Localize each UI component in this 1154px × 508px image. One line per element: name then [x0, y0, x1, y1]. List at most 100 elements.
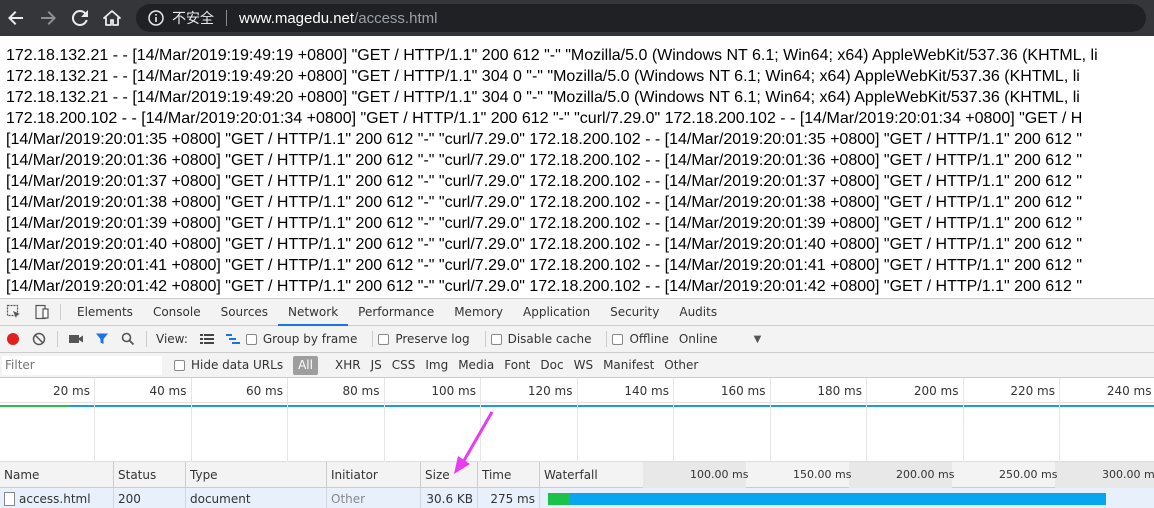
- overview-gridline: [1059, 378, 1060, 462]
- filter-type-font[interactable]: Font: [499, 356, 535, 375]
- filter-type-doc[interactable]: Doc: [535, 356, 568, 375]
- overview-tick-label: 20 ms: [52, 384, 90, 398]
- filter-type-ws[interactable]: WS: [569, 356, 598, 375]
- tab-security[interactable]: Security: [600, 299, 669, 326]
- tabbar-divider: [60, 304, 61, 320]
- log-line: 172.18.132.21 - - [14/Mar/2019:19:49:19 …: [6, 47, 1098, 64]
- overview-tick-label: 160 ms: [720, 384, 766, 398]
- back-button[interactable]: [0, 0, 32, 36]
- filter-type-other[interactable]: Other: [659, 356, 703, 375]
- column-header-type[interactable]: Type: [186, 462, 327, 488]
- waterfall-tick-label: 150.00 ms: [793, 468, 852, 481]
- checkbox-box[interactable]: [490, 333, 502, 345]
- overview-gridline: [94, 378, 95, 462]
- log-line: 172.18.132.21 - - [14/Mar/2019:19:49:20 …: [6, 89, 1080, 106]
- throttling-select[interactable]: Online ▼: [679, 332, 761, 346]
- security-label[interactable]: 不安全: [172, 8, 214, 28]
- overview-gridline: [287, 378, 288, 462]
- hide-data-urls-checkbox[interactable]: Hide data URLs: [174, 358, 283, 372]
- reload-icon: [71, 9, 88, 26]
- tab-network[interactable]: Network: [278, 298, 349, 326]
- table-row[interactable]: access.html 200 document Other 30.6 KB 2…: [0, 488, 1154, 508]
- filter-input[interactable]: [2, 355, 162, 375]
- clear-button[interactable]: [26, 326, 52, 353]
- record-button[interactable]: [0, 326, 26, 353]
- column-header-status[interactable]: Status: [114, 462, 186, 488]
- screenshots-button[interactable]: [63, 326, 89, 353]
- document-icon: [4, 491, 15, 506]
- forward-button[interactable]: [32, 0, 64, 36]
- inspect-cursor-icon: [6, 304, 20, 318]
- tab-console[interactable]: Console: [143, 299, 211, 326]
- overview-tick-label: 40 ms: [149, 384, 187, 398]
- waterfall-tick-label: 200.00 ms: [896, 468, 955, 481]
- log-line: [14/Mar/2019:20:01:37 +0800] "GET / HTTP…: [6, 173, 1083, 190]
- checkbox-box[interactable]: [174, 359, 185, 371]
- overview-tick-label: 200 ms: [913, 384, 959, 398]
- checkbox-box[interactable]: [378, 333, 390, 345]
- video-camera-icon: [69, 335, 83, 343]
- tab-performance[interactable]: Performance: [348, 299, 444, 326]
- device-toolbar-button[interactable]: [28, 299, 56, 326]
- network-overview[interactable]: 20 ms 40 ms 60 ms 80 ms 100 ms 120 ms 140 ms 16…: [0, 378, 1154, 462]
- column-header-initiator[interactable]: Initiator: [327, 462, 421, 488]
- home-button[interactable]: [96, 0, 128, 36]
- request-name-cell[interactable]: access.html: [0, 488, 114, 508]
- request-status-cell: 200: [114, 488, 186, 508]
- group-by-frame-checkbox[interactable]: Group by frame: [245, 332, 357, 346]
- address-bar[interactable]: 不安全 www.magedu.net/access.html: [136, 4, 1146, 32]
- tab-elements[interactable]: Elements: [67, 299, 143, 326]
- offline-checkbox[interactable]: Offline: [612, 332, 669, 346]
- log-line: 172.18.132.21 - - [14/Mar/2019:19:49:20 …: [6, 68, 1080, 85]
- filter-type-css[interactable]: CSS: [387, 356, 421, 375]
- waterfall-view-icon: [225, 334, 240, 344]
- browser-toolbar: 不安全 www.magedu.net/access.html: [0, 0, 1154, 36]
- toolbar-divider: [146, 331, 147, 347]
- log-line: [14/Mar/2019:20:01:36 +0800] "GET / HTTP…: [6, 152, 1083, 169]
- filter-toggle-button[interactable]: [89, 326, 115, 353]
- throttling-value: Online: [678, 332, 718, 346]
- checkbox-box[interactable]: [612, 333, 624, 345]
- overview-waiting-bar: [0, 405, 70, 407]
- tab-audits[interactable]: Audits: [669, 299, 727, 326]
- toolbar-divider: [484, 331, 486, 347]
- log-line: [14/Mar/2019:20:01:42 +0800] "GET / HTTP…: [6, 278, 1083, 295]
- filter-type-img[interactable]: Img: [420, 356, 453, 375]
- tab-memory[interactable]: Memory: [444, 299, 513, 326]
- search-button[interactable]: [115, 326, 141, 353]
- overview-gridline: [866, 378, 867, 462]
- waterfall-tick-label: 250.00 ms: [999, 468, 1058, 481]
- large-rows-button[interactable]: [194, 326, 220, 353]
- log-line: [14/Mar/2019:20:01:38 +0800] "GET / HTTP…: [6, 194, 1083, 211]
- filter-type-js[interactable]: JS: [366, 356, 387, 375]
- disable-cache-checkbox[interactable]: Disable cache: [490, 332, 592, 346]
- search-icon: [121, 332, 135, 346]
- log-line: [14/Mar/2019:20:01:41 +0800] "GET / HTTP…: [6, 257, 1083, 274]
- overview-gridline: [383, 378, 385, 462]
- tab-application[interactable]: Application: [513, 299, 600, 326]
- overview-button[interactable]: [220, 326, 246, 353]
- requests-table-header: Name Status Type Initiator Size Time Waterfall…: [0, 462, 1154, 488]
- overview-gridline: [962, 378, 964, 462]
- filter-type-all[interactable]: All: [293, 355, 318, 375]
- disable-cache-label: Disable cache: [507, 332, 592, 346]
- funnel-icon: [96, 333, 108, 344]
- tab-sources[interactable]: Sources: [211, 299, 278, 326]
- reload-button[interactable]: [64, 0, 96, 36]
- overview-tick-label: 140 ms: [624, 384, 669, 398]
- overview-tick-label: 60 ms: [245, 384, 283, 398]
- url-host: www.magedu.net: [239, 9, 355, 27]
- waterfall-tick-label: 100.00 ms: [690, 468, 749, 481]
- preserve-log-checkbox[interactable]: Preserve log: [378, 332, 470, 346]
- filter-type-media[interactable]: Media: [453, 356, 499, 375]
- home-icon: [103, 10, 121, 26]
- info-icon[interactable]: [148, 10, 164, 26]
- checkbox-box[interactable]: [245, 333, 257, 345]
- annotation-arrow-icon: [454, 411, 494, 474]
- view-label: View:: [156, 332, 188, 346]
- filter-type-manifest[interactable]: Manifest: [598, 356, 659, 375]
- inspect-element-button[interactable]: [0, 299, 28, 326]
- column-header-name[interactable]: Name: [0, 462, 114, 488]
- waterfall-tick-label: 300.00 ms: [1102, 468, 1154, 481]
- filter-type-xhr[interactable]: XHR: [330, 356, 366, 375]
